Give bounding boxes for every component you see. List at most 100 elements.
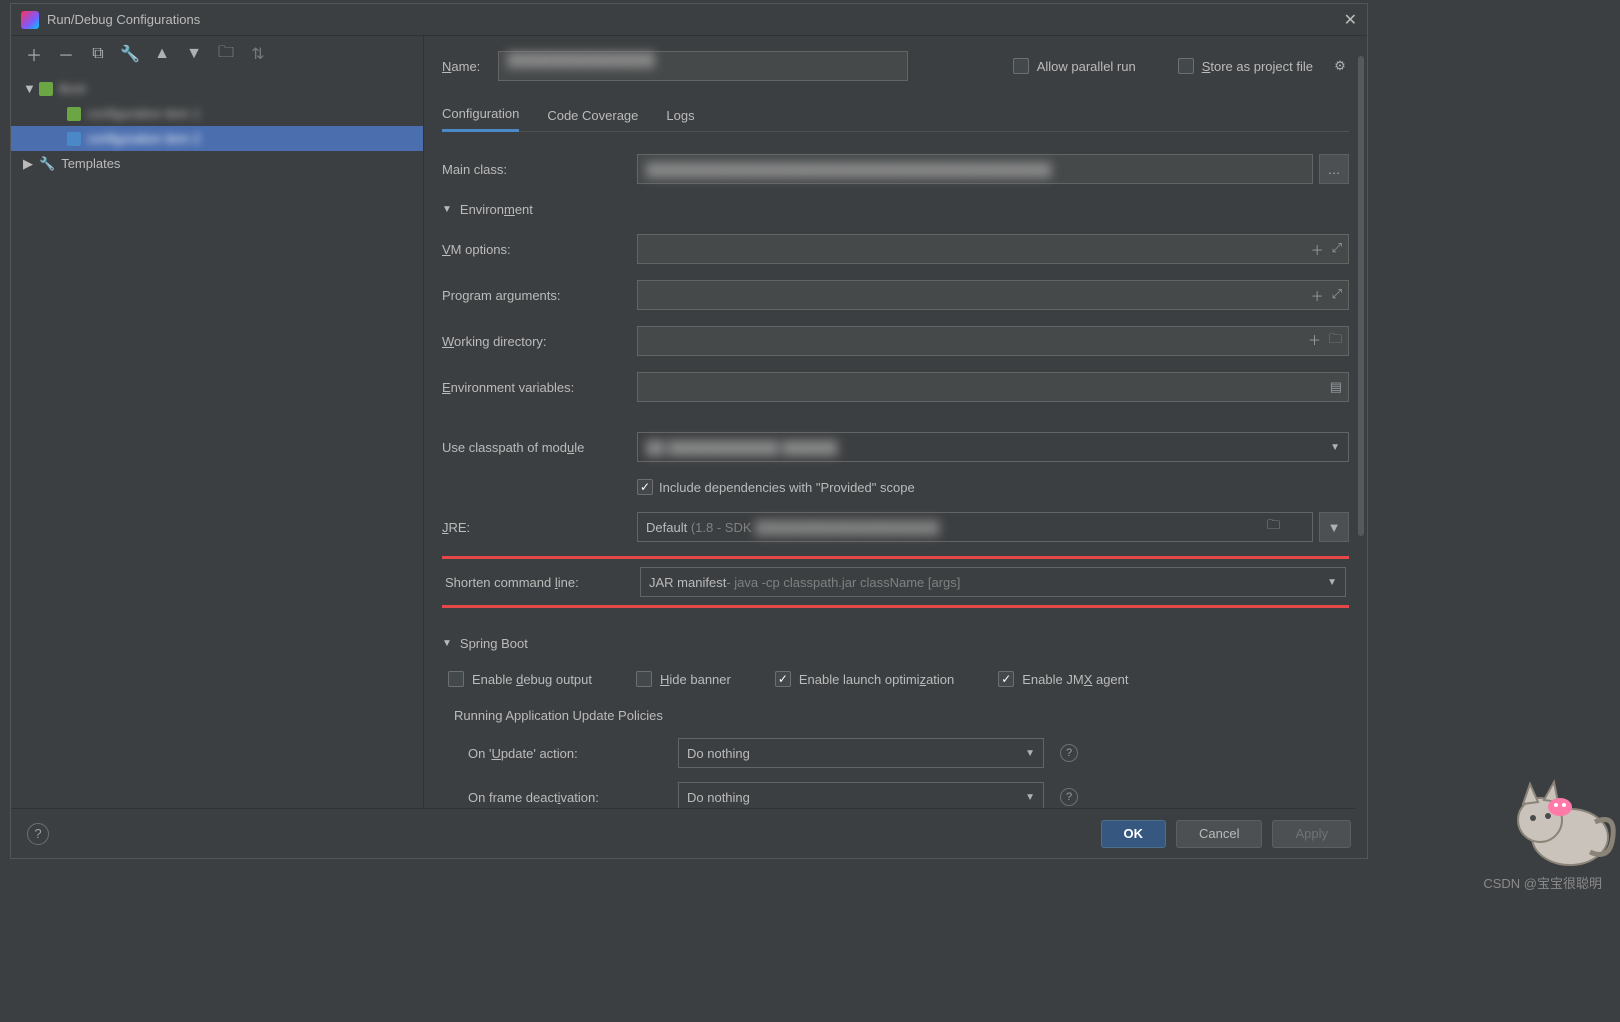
allow-parallel-label: Allow parallel run xyxy=(1037,59,1136,74)
plus-icon[interactable]: ＋ xyxy=(1311,240,1324,259)
chevron-down-icon: ▼ xyxy=(1025,792,1035,803)
add-icon[interactable]: ＋ xyxy=(25,45,43,63)
jre-caret-button[interactable]: ▼ xyxy=(1319,512,1349,542)
config-tree[interactable]: ▼ Boot configuration item 1 configuratio… xyxy=(11,72,423,808)
folder-icon[interactable]: 🗀 xyxy=(217,45,235,63)
tree-label: configuration item 1 xyxy=(87,106,200,121)
checkbox-icon[interactable] xyxy=(775,671,791,687)
folder-icon[interactable]: 🗀 xyxy=(1267,516,1280,538)
tree-templates[interactable]: ▶ 🔧 Templates xyxy=(11,151,423,176)
sidebar: ＋ － ⧉ 🔧 ▲ ▼ 🗀 ⇅ ▼ Boot configuration ite… xyxy=(11,36,424,808)
environment-section[interactable]: ▼ Environment xyxy=(442,192,1349,226)
up-icon[interactable]: ▲ xyxy=(153,45,171,63)
checkbox-icon[interactable] xyxy=(636,671,652,687)
on-deactivation-dropdown[interactable]: Do nothing▼ xyxy=(678,782,1044,808)
window-title: Run/Debug Configurations xyxy=(47,12,1344,27)
on-update-label: On 'Update' action: xyxy=(468,746,678,761)
working-dir-label: Working directory: xyxy=(442,334,637,349)
tree-item-selected[interactable]: configuration item 2 xyxy=(11,126,423,151)
expand-icon[interactable]: ⤢ xyxy=(1332,286,1342,305)
watermark: CSDN @宝宝很聪明 xyxy=(1483,873,1602,892)
tree-category-boot[interactable]: ▼ Boot xyxy=(11,76,423,101)
wrench-icon[interactable]: 🔧 xyxy=(121,45,139,63)
cancel-button[interactable]: Cancel xyxy=(1176,820,1262,848)
config-form: Main class: ████████████████████████████… xyxy=(442,132,1349,808)
expand-icon[interactable]: ⤢ xyxy=(1332,240,1342,259)
collapse-icon[interactable]: ▼ xyxy=(442,204,452,215)
apply-button[interactable]: Apply xyxy=(1272,820,1351,848)
browse-button[interactable]: … xyxy=(1319,154,1349,184)
expand-icon[interactable]: ▼ xyxy=(23,81,33,96)
tab-code-coverage[interactable]: Code Coverage xyxy=(547,108,638,131)
vm-options-input[interactable]: ＋⤢ xyxy=(637,234,1349,264)
environment-label: Environment xyxy=(460,202,533,217)
plus-icon[interactable]: ＋ xyxy=(1308,330,1321,352)
main-panel: Name: ████████████████ Allow parallel ru… xyxy=(424,36,1367,808)
include-provided-label: Include dependencies with "Provided" sco… xyxy=(659,480,915,495)
plus-icon[interactable]: ＋ xyxy=(1311,286,1324,305)
tree-item[interactable]: configuration item 1 xyxy=(11,101,423,126)
shorten-dropdown[interactable]: JAR manifest - java -cp classpath.jar cl… xyxy=(640,567,1346,597)
down-icon[interactable]: ▼ xyxy=(185,45,203,63)
sort-icon[interactable]: ⇅ xyxy=(249,45,267,63)
env-vars-input[interactable]: ▤ xyxy=(637,372,1349,402)
module-dropdown[interactable]: ██ ████████████ ██████▼ xyxy=(637,432,1349,462)
collapse-icon[interactable]: ▼ xyxy=(442,638,452,649)
enable-jmx-checkbox[interactable]: Enable JMX agent xyxy=(998,671,1128,687)
main-class-input[interactable]: ████████████████████████████████████████… xyxy=(637,154,1313,184)
jre-hint: (1.8 - SDK xyxy=(691,520,752,535)
remove-icon[interactable]: － xyxy=(57,45,75,63)
wrench-icon: 🔧 xyxy=(39,156,55,172)
list-icon[interactable]: ▤ xyxy=(1330,379,1342,395)
tab-logs[interactable]: Logs xyxy=(666,108,694,131)
program-args-input[interactable]: ＋⤢ xyxy=(637,280,1349,310)
dialog-footer: ? OK Cancel Apply xyxy=(11,808,1367,858)
jre-value: Default xyxy=(646,520,687,535)
name-input[interactable]: ████████████████ xyxy=(498,51,908,81)
scrollbar[interactable] xyxy=(1356,52,1366,808)
on-update-dropdown[interactable]: Do nothing▼ xyxy=(678,738,1044,768)
highlight-box: Shorten command line: JAR manifest - jav… xyxy=(442,556,1349,608)
program-args-label: Program arguments: xyxy=(442,288,637,303)
vm-options-label: VM options: xyxy=(442,242,637,257)
spring-icon xyxy=(67,107,81,121)
shorten-value: JAR manifest xyxy=(649,575,726,590)
tree-label: configuration item 2 xyxy=(87,131,200,146)
folder-icon[interactable]: 🗀 xyxy=(1329,330,1342,352)
help-button[interactable]: ? xyxy=(27,823,49,845)
checkbox-icon[interactable] xyxy=(1178,58,1194,74)
hide-banner-checkbox[interactable]: Hide banner xyxy=(636,671,731,687)
tab-configuration[interactable]: Configuration xyxy=(442,106,519,132)
copy-icon[interactable]: ⧉ xyxy=(89,45,107,63)
enable-launch-checkbox[interactable]: Enable launch optimization xyxy=(775,671,954,687)
sidebar-toolbar: ＋ － ⧉ 🔧 ▲ ▼ 🗀 ⇅ xyxy=(11,36,423,72)
spring-icon xyxy=(67,132,81,146)
ok-button[interactable]: OK xyxy=(1101,820,1167,848)
jre-dropdown[interactable]: Default (1.8 - SDK ████████████████████ … xyxy=(637,512,1313,542)
spring-icon xyxy=(39,82,53,96)
checkbox-icon[interactable] xyxy=(1013,58,1029,74)
spring-boot-section[interactable]: ▼ Spring Boot xyxy=(442,626,1349,660)
chevron-down-icon: ▼ xyxy=(1327,577,1337,588)
working-dir-input[interactable]: ＋🗀 xyxy=(637,326,1349,356)
help-icon[interactable]: ? xyxy=(1060,788,1078,806)
close-icon[interactable]: ✕ xyxy=(1344,10,1357,30)
jre-label: JRE: xyxy=(442,520,637,535)
checkbox-icon[interactable] xyxy=(637,479,653,495)
enable-debug-checkbox[interactable]: Enable debug output xyxy=(448,671,592,687)
running-policies-label: Running Application Update Policies xyxy=(442,698,1349,731)
checkbox-icon[interactable] xyxy=(998,671,1014,687)
cat-decoration xyxy=(1500,772,1620,872)
expand-icon[interactable]: ▶ xyxy=(23,156,33,172)
intellij-icon xyxy=(21,11,39,29)
allow-parallel-checkbox[interactable]: Allow parallel run xyxy=(1013,58,1136,74)
include-provided-checkbox[interactable]: Include dependencies with "Provided" sco… xyxy=(637,479,1349,495)
chevron-down-icon: ▼ xyxy=(1330,442,1340,453)
store-project-checkbox[interactable]: Store as project file xyxy=(1178,58,1313,74)
env-vars-label: Environment variables: xyxy=(442,380,637,395)
help-icon[interactable]: ? xyxy=(1060,744,1078,762)
checkbox-icon[interactable] xyxy=(448,671,464,687)
templates-label: Templates xyxy=(61,156,120,171)
gear-icon[interactable]: ⚙ xyxy=(1331,57,1349,75)
store-project-label: Store as project file xyxy=(1202,59,1313,74)
